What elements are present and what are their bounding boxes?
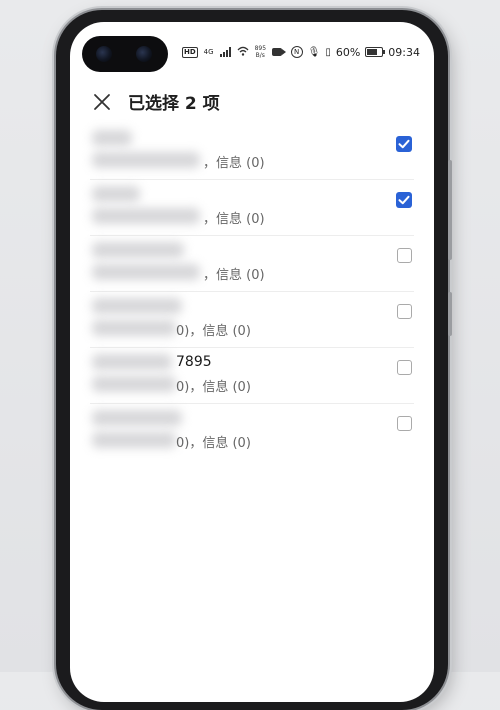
list-item[interactable]: 0)，信息 (0) bbox=[70, 404, 434, 460]
camera-lens bbox=[136, 46, 152, 62]
wifi-icon bbox=[237, 46, 249, 59]
battery-icon bbox=[365, 47, 386, 57]
close-icon bbox=[94, 94, 110, 110]
contact-subtitle: 0)，信息 (0) bbox=[176, 436, 251, 451]
network-type: 4G bbox=[203, 48, 214, 56]
contact-subtitle: ，信息 (0) bbox=[203, 156, 265, 171]
contact-subtitle: ，信息 (0) bbox=[203, 212, 265, 227]
contact-subtitle: ，信息 (0) bbox=[203, 268, 265, 283]
power-button bbox=[448, 292, 452, 336]
list-item[interactable]: ，信息 (0) bbox=[70, 236, 434, 292]
checkmark-icon bbox=[398, 139, 410, 149]
mic-icon: 🎙 bbox=[307, 46, 321, 58]
row-checkbox[interactable] bbox=[397, 416, 412, 431]
row-checkbox[interactable] bbox=[397, 304, 412, 319]
row-checkbox[interactable] bbox=[396, 136, 412, 152]
row-checkbox[interactable] bbox=[397, 360, 412, 375]
list-item[interactable]: 7895 0)，信息 (0) bbox=[70, 348, 434, 404]
clock: 09:34 bbox=[388, 45, 420, 59]
list-item[interactable]: 0)，信息 (0) bbox=[70, 292, 434, 348]
row-checkbox[interactable] bbox=[397, 248, 412, 263]
battery-percent: 60% bbox=[335, 45, 361, 59]
list-item[interactable]: ，信息 (0) bbox=[70, 180, 434, 236]
hd-icon: HD bbox=[182, 46, 198, 58]
front-camera bbox=[82, 36, 168, 72]
volume-button bbox=[448, 160, 452, 260]
nfc-icon: N bbox=[290, 46, 303, 58]
contact-subtitle: 0)，信息 (0) bbox=[176, 324, 251, 339]
screen: HD 4G 895 B/s N 🎙 ▯ 60% 09:34 已选择 2 项 ，信… bbox=[70, 22, 434, 702]
status-bar-left: HD 4G 895 B/s bbox=[182, 44, 287, 60]
status-bar-right: N 🎙 ▯ 60% 09:34 bbox=[290, 44, 420, 60]
contact-name: 7895 bbox=[176, 354, 212, 370]
camera-lens bbox=[96, 46, 112, 62]
signal-icon bbox=[219, 47, 231, 57]
page-title: 已选择 2 项 bbox=[128, 94, 220, 114]
checkmark-icon bbox=[398, 195, 410, 205]
close-button[interactable] bbox=[90, 90, 114, 114]
contact-subtitle: 0)，信息 (0) bbox=[176, 380, 251, 395]
selection-header: 已选择 2 项 bbox=[70, 80, 434, 124]
video-icon bbox=[272, 48, 287, 56]
network-speed: 895 B/s bbox=[254, 45, 267, 59]
row-checkbox[interactable] bbox=[396, 192, 412, 208]
vibrate-icon: ▯ bbox=[325, 46, 331, 58]
contact-list: ，信息 (0) ，信息 (0) ，信息 (0) 0)，信息 (0) 7895 0… bbox=[70, 124, 434, 460]
list-item[interactable]: ，信息 (0) bbox=[70, 124, 434, 180]
